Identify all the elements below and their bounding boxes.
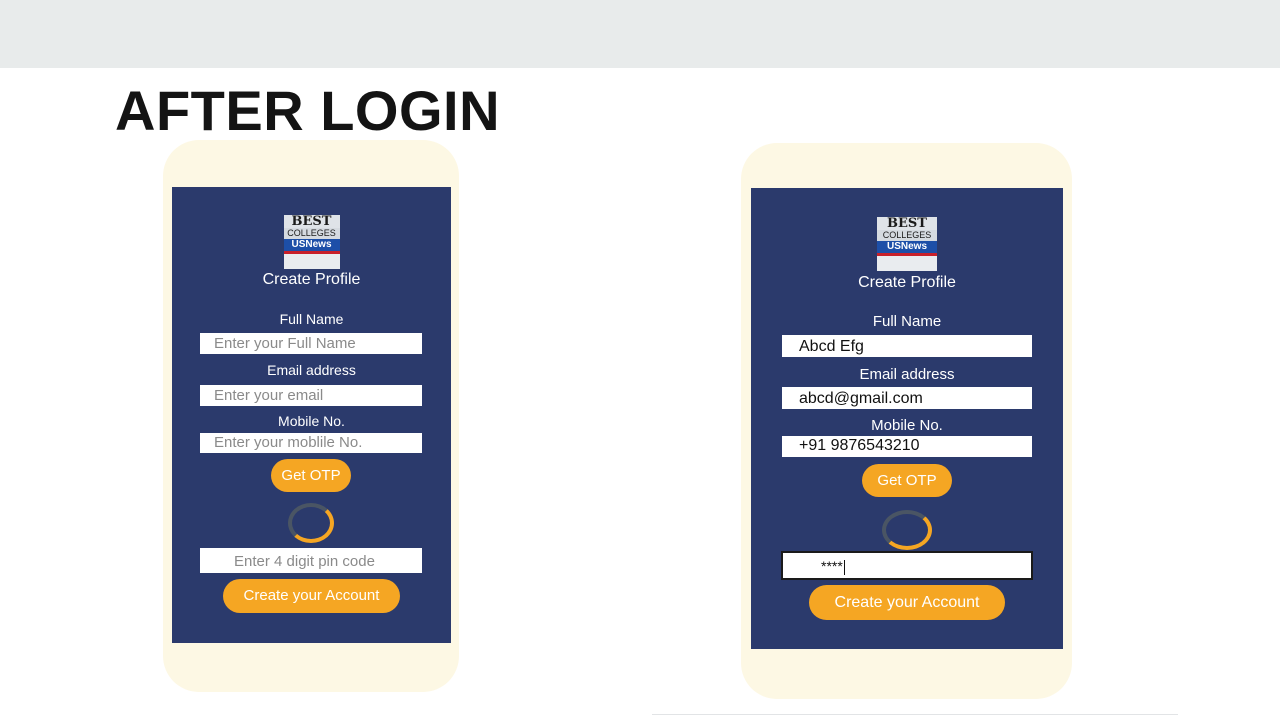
email-label: Email address (859, 366, 955, 383)
email-value: abcd@gmail.com (799, 390, 923, 407)
mobile-input[interactable]: +91 9876543210 (782, 436, 1032, 457)
pin-code-input[interactable]: **** (781, 551, 1033, 580)
us-news-logo: BEST COLLEGES USNews (877, 217, 937, 271)
phone-screen-left: BEST COLLEGES USNews Create Profile Full… (172, 187, 451, 643)
full-name-placeholder: Enter your Full Name (214, 335, 356, 352)
email-input[interactable]: Enter your email (200, 385, 422, 406)
full-name-label: Full Name (279, 311, 344, 327)
email-input[interactable]: abcd@gmail.com (782, 387, 1032, 409)
logo-best-text: BEST (283, 215, 340, 228)
full-name-label: Full Name (872, 313, 942, 330)
email-label: Email address (267, 362, 356, 378)
email-placeholder: Enter your email (214, 387, 324, 404)
phone-mockup-left: BEST COLLEGES USNews Create Profile Full… (163, 140, 459, 692)
full-name-input[interactable]: Abcd Efg (782, 335, 1032, 357)
pin-code-input[interactable]: Enter 4 digit pin code (200, 548, 422, 573)
create-profile-heading: Create Profile (262, 271, 361, 288)
create-account-button[interactable]: Create your Account (223, 579, 400, 613)
mobile-label: Mobile No. (278, 413, 345, 429)
phone-screen-right: BEST COLLEGES USNews Create Profile Full… (751, 188, 1063, 649)
us-news-logo: BEST COLLEGES USNews (283, 215, 340, 269)
full-name-value: Abcd Efg (799, 338, 864, 355)
logo-usnews-text: USNews (283, 239, 340, 251)
footer-divider (652, 714, 1178, 715)
create-profile-heading: Create Profile (858, 274, 956, 291)
get-otp-button[interactable]: Get OTP (862, 464, 952, 497)
logo-subtext (283, 254, 340, 269)
pin-placeholder: Enter 4 digit pin code (234, 553, 375, 570)
loading-spinner-icon (882, 510, 932, 550)
get-otp-button[interactable]: Get OTP (271, 459, 351, 492)
loading-spinner-icon (288, 503, 334, 543)
mobile-label: Mobile No. (871, 417, 943, 434)
text-cursor (843, 559, 845, 575)
logo-colleges-text: COLLEGES (877, 230, 937, 241)
full-name-input[interactable]: Enter your Full Name (200, 333, 422, 354)
logo-usnews-text: USNews (877, 241, 937, 253)
logo-best-text: BEST (877, 217, 937, 230)
mobile-value: +91 9876543210 (799, 437, 920, 454)
mobile-input[interactable]: Enter your moblile No. (200, 433, 422, 453)
create-account-button[interactable]: Create your Account (809, 585, 1005, 620)
mobile-placeholder: Enter your moblile No. (214, 434, 363, 451)
logo-subtext (877, 256, 937, 271)
top-banner (0, 0, 1280, 68)
phone-mockup-right: BEST COLLEGES USNews Create Profile Full… (741, 143, 1072, 699)
pin-value: **** (821, 558, 843, 574)
logo-colleges-text: COLLEGES (283, 228, 340, 239)
slide-title: AFTER LOGIN (115, 79, 501, 142)
